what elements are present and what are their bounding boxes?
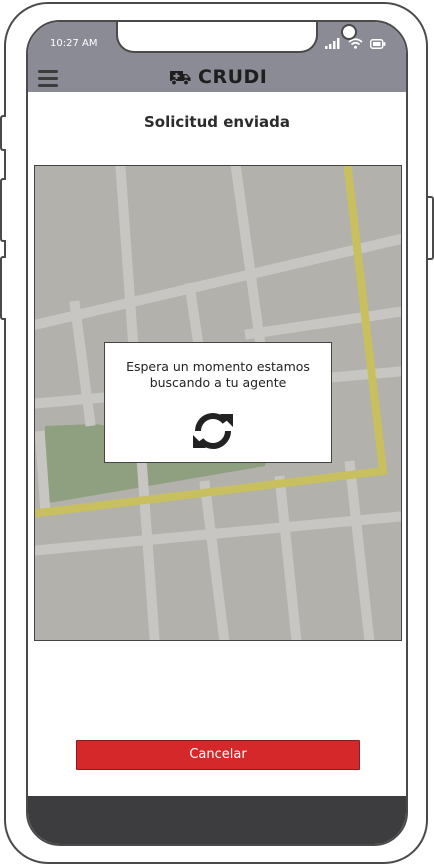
screen: 10:27 AM CRUDI Solicitud enviada Espera … [26, 20, 408, 846]
power-button [428, 196, 434, 260]
app-name: CRUDI [198, 66, 268, 88]
page-title: Solicitud enviada [144, 113, 290, 131]
camera-icon [341, 24, 357, 40]
dialog-message-line1: Espera un momento estamos [126, 359, 310, 374]
status-time: 10:27 AM [50, 38, 98, 49]
cancel-button[interactable]: Cancelar [76, 740, 360, 770]
status-icons [325, 38, 386, 49]
notch [116, 22, 357, 53]
dialog-message: Espera un momento estamos buscando a tu … [105, 359, 331, 391]
searching-dialog: Espera un momento estamos buscando a tu … [104, 342, 332, 463]
bottom-bar [28, 796, 406, 844]
dialog-message-line2: buscando a tu agente [149, 375, 287, 390]
refresh-icon [193, 413, 233, 449]
volume-button-top [0, 115, 6, 151]
battery-icon [370, 38, 386, 49]
brand: CRUDI [168, 66, 267, 88]
volume-button-bottom [0, 256, 6, 320]
ambulance-icon [170, 71, 191, 86]
menu-icon[interactable] [38, 70, 58, 88]
volume-button-middle [0, 178, 6, 242]
signal-icon [325, 38, 340, 49]
